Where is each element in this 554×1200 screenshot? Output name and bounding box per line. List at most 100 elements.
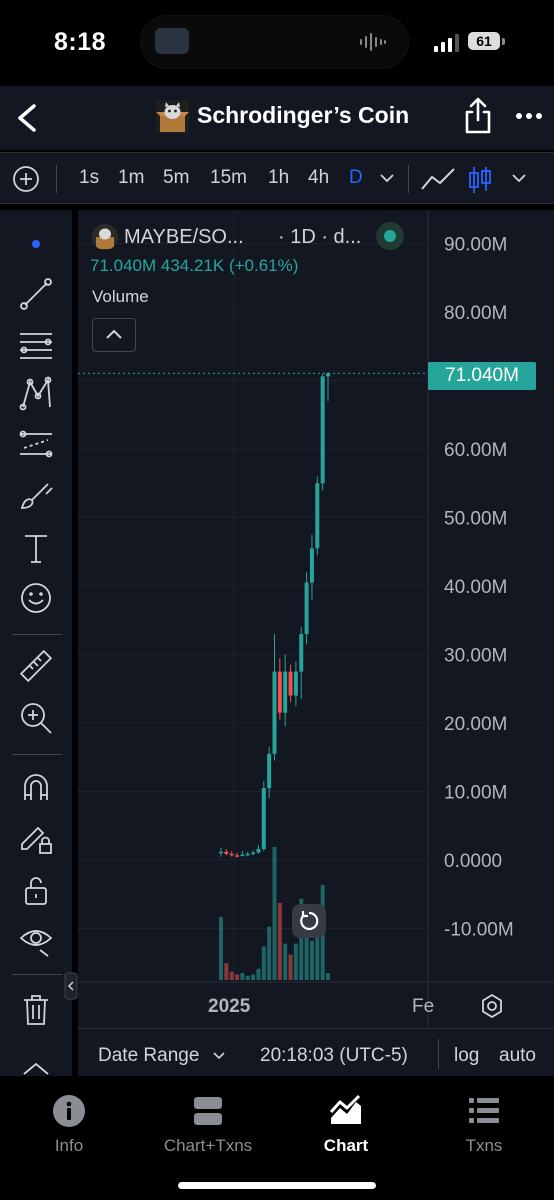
zoom-in-icon[interactable]: [18, 700, 54, 736]
timeframe-5m[interactable]: 5m: [163, 167, 189, 189]
candle-body: [309, 548, 314, 583]
volume-bar: [309, 940, 314, 980]
split-view-icon: [194, 1097, 222, 1125]
tab-label: Chart+Txns: [163, 1136, 253, 1155]
candlestick-icon[interactable]: [466, 165, 494, 195]
ruler-icon[interactable]: [18, 648, 54, 684]
legend-timeframe: · 1D · d...: [278, 226, 362, 248]
price-chart[interactable]: 90.00M 80.00M 60.00M 50.00M 40.00M 30.00M 20.0…: [78, 210, 554, 1076]
volume-bar: [267, 926, 272, 980]
candle-body: [256, 849, 261, 853]
volume-bar: [251, 974, 256, 980]
y-tick-label: 60.00M: [444, 440, 507, 461]
chart-canvas[interactable]: 90.00M 80.00M 60.00M 50.00M 40.00M 30.00M 20.0…: [78, 210, 554, 1076]
toolbar-divider: [408, 165, 409, 193]
pattern-icon[interactable]: [18, 376, 54, 412]
tab-chart-txns[interactable]: Chart+Txns: [139, 1094, 277, 1156]
timeframe-1m[interactable]: 1m: [118, 167, 144, 189]
brush-icon[interactable]: [18, 478, 54, 514]
candle-body: [320, 376, 325, 484]
lock-drawing-icon[interactable]: [18, 820, 54, 856]
date-range-button[interactable]: Date Range: [98, 1045, 199, 1067]
timeframe-15m[interactable]: 15m: [210, 167, 247, 189]
chart-settings-icon[interactable]: [478, 992, 506, 1020]
trash-icon[interactable]: [18, 992, 54, 1028]
coin-avatar: [156, 100, 189, 133]
volume-bar: [219, 917, 223, 980]
reset-chart-button[interactable]: [292, 904, 326, 938]
chevron-up-icon[interactable]: [18, 1056, 54, 1076]
log-scale-toggle[interactable]: log: [454, 1045, 479, 1067]
candle-body: [277, 671, 282, 713]
eye-icon[interactable]: [18, 922, 54, 958]
candle-body: [272, 671, 277, 754]
collapse-sidebar-icon[interactable]: [64, 972, 78, 1000]
candle-body: [299, 633, 304, 672]
home-indicator: [178, 1182, 376, 1189]
battery-level: 61: [468, 32, 500, 50]
collapse-legend-button[interactable]: [92, 318, 136, 352]
volume-bar: [272, 847, 277, 980]
more-icon[interactable]: [514, 106, 544, 126]
candle-body: [326, 373, 330, 377]
unlock-icon[interactable]: [18, 872, 54, 908]
forecast-icon[interactable]: [18, 426, 54, 462]
candle-body: [261, 788, 266, 850]
trend-line-icon[interactable]: [18, 276, 54, 312]
volume-bar: [288, 954, 293, 980]
volume-bar: [224, 963, 229, 980]
timeframe-1s[interactable]: 1s: [79, 167, 99, 189]
clock-timezone[interactable]: 20:18:03 (UTC-5): [260, 1045, 408, 1067]
candle-body: [293, 671, 298, 696]
volume-bar: [326, 973, 330, 980]
legend-volume-label[interactable]: Volume: [92, 287, 149, 307]
tab-info[interactable]: Info: [0, 1094, 138, 1156]
timeframe-4h[interactable]: 4h: [308, 167, 329, 189]
sidebar-divider: [12, 634, 62, 635]
legend-symbol[interactable]: MAYBE/SO...: [124, 226, 244, 249]
candle-body: [283, 671, 288, 713]
text-tool-icon[interactable]: [18, 530, 54, 566]
tab-txns[interactable]: Txns: [415, 1094, 553, 1156]
chevron-left-icon[interactable]: [8, 96, 48, 140]
dynamic-island: [141, 16, 408, 68]
chevron-down-icon[interactable]: [212, 1051, 226, 1061]
candle-body: [267, 753, 272, 789]
fib-retracement-icon[interactable]: [18, 326, 54, 362]
info-icon: [53, 1095, 85, 1127]
candle-body: [219, 851, 223, 854]
list-icon: [469, 1098, 499, 1123]
auto-scale-toggle[interactable]: auto: [499, 1045, 536, 1067]
reset-icon: [300, 911, 319, 931]
chevron-up-icon: [106, 329, 122, 339]
tab-chart[interactable]: Chart: [277, 1094, 415, 1156]
chart-footer: Date Range 20:18:03 (UTC-5) log auto: [78, 1028, 554, 1076]
emoji-icon[interactable]: [18, 580, 54, 616]
volume-bar: [256, 968, 261, 980]
candle-body: [251, 852, 256, 854]
page-title: Schrodinger’s Coin: [197, 102, 410, 128]
volume-bar: [229, 971, 234, 980]
timeframe-1h[interactable]: 1h: [268, 167, 289, 189]
y-tick-label: 40.00M: [444, 577, 507, 598]
volume-bar: [283, 943, 288, 980]
y-tick-label: 30.00M: [444, 646, 507, 667]
candle-body: [229, 853, 234, 856]
crosshair-dot-icon[interactable]: [18, 226, 54, 262]
timeframe-d[interactable]: D: [349, 167, 363, 189]
market-status-indicator[interactable]: [376, 222, 404, 250]
sidebar-divider: [12, 974, 62, 975]
y-tick-label: -10.00M: [444, 920, 514, 941]
chevron-down-icon[interactable]: [510, 171, 528, 185]
share-icon[interactable]: [460, 94, 496, 138]
y-tick-label: 80.00M: [444, 303, 507, 324]
chevron-down-icon[interactable]: [378, 171, 396, 185]
bottom-tab-bar: Info Chart+Txns Chart Txns: [0, 1076, 554, 1200]
candle-body: [315, 483, 320, 549]
tab-label: Info: [54, 1136, 84, 1155]
tab-label: Chart: [323, 1136, 369, 1155]
add-indicator-icon[interactable]: [12, 165, 40, 193]
line-chart-icon[interactable]: [420, 165, 456, 193]
now-playing-thumbnail: [155, 28, 189, 54]
magnet-icon[interactable]: [18, 770, 54, 806]
